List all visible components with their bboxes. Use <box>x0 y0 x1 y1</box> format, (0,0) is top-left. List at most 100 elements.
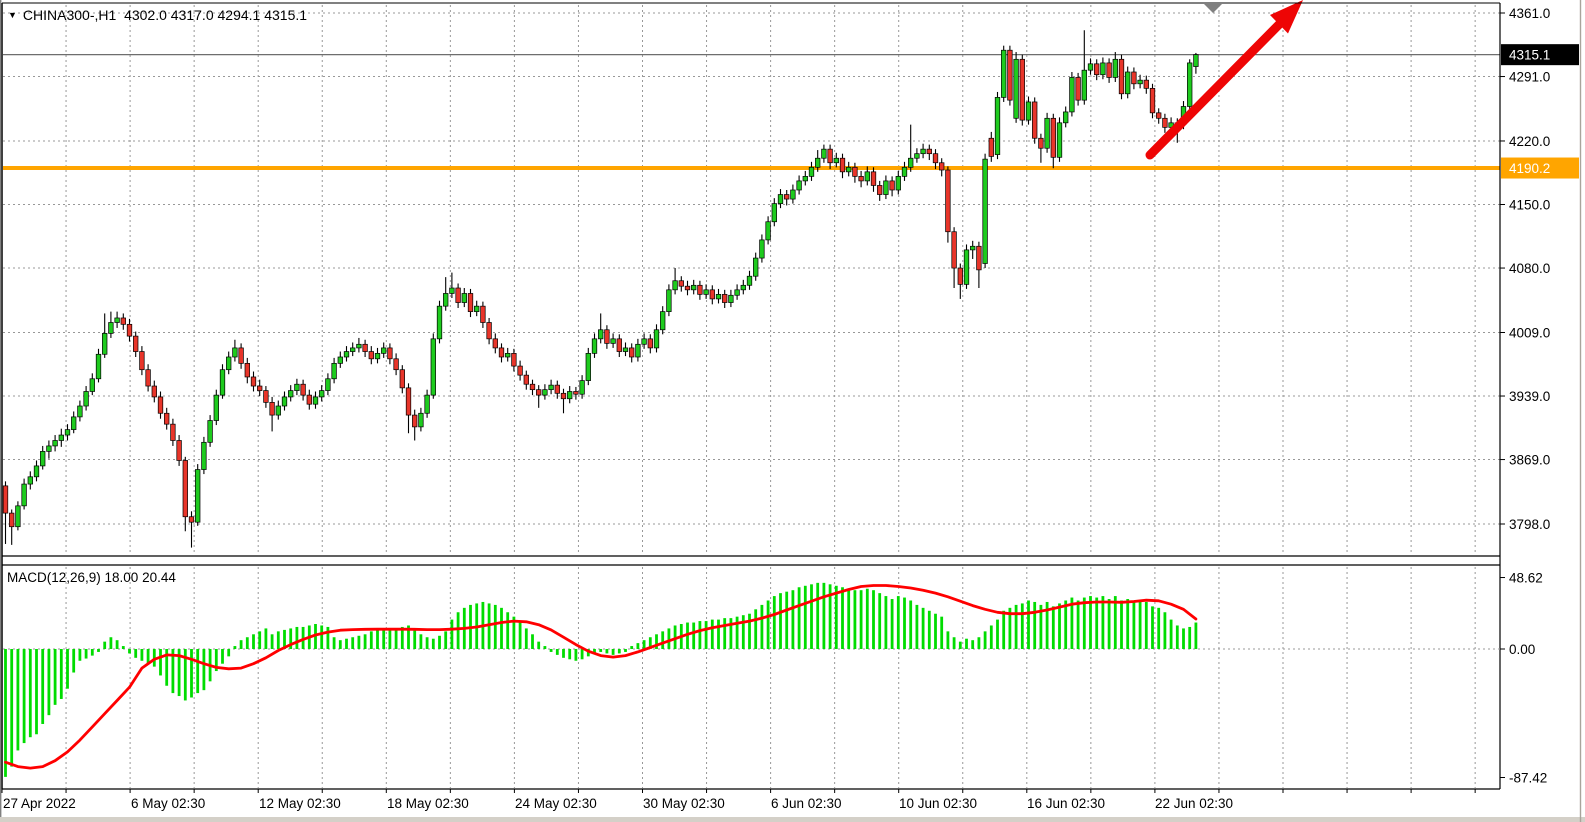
macd-histogram-bar <box>1015 605 1018 649</box>
candle-bearish <box>369 352 374 359</box>
candle-bearish <box>722 294 727 302</box>
candle-bearish <box>890 181 895 190</box>
macd-histogram-bar <box>190 649 193 698</box>
macd-histogram-bar <box>891 599 894 649</box>
macd-histogram-bar <box>556 649 559 655</box>
macd-histogram-bar <box>779 593 782 649</box>
macd-histogram-bar <box>376 630 379 649</box>
candle-bearish <box>245 363 250 377</box>
candle-bullish <box>660 312 665 330</box>
candle-bearish <box>784 195 789 200</box>
macd-histogram-bar <box>258 631 261 649</box>
candle-bullish <box>642 339 647 344</box>
candle-bearish <box>710 290 715 299</box>
candle-bullish <box>65 430 70 435</box>
macd-histogram-bar <box>965 639 968 649</box>
candle-bearish <box>183 460 188 516</box>
candle-bearish <box>3 486 8 513</box>
candle-bullish <box>586 353 591 380</box>
candle-bearish <box>871 172 876 186</box>
candle-bullish <box>1057 123 1062 157</box>
macd-histogram-bar <box>847 589 850 649</box>
macd-histogram-bar <box>959 642 962 649</box>
macd-histogram-bar <box>630 646 633 649</box>
candle-bullish <box>1125 72 1130 94</box>
macd-histogram-bar <box>581 649 584 659</box>
candle-bullish <box>276 406 281 415</box>
candle-bullish <box>611 339 616 344</box>
candle-bullish <box>567 391 572 398</box>
macd-histogram-bar <box>1077 600 1080 649</box>
macd-axis-label: 0.00 <box>1509 642 1535 657</box>
macd-histogram-bar <box>1033 602 1036 649</box>
candle-bullish <box>226 357 231 370</box>
candle-bearish <box>239 348 244 363</box>
candle-bullish <box>28 477 33 484</box>
candle-bullish <box>580 381 585 395</box>
candle-bullish <box>233 348 238 357</box>
macd-histogram-bar <box>909 600 912 649</box>
macd-histogram-bar <box>953 637 956 649</box>
candle-bullish <box>59 435 64 440</box>
candle-bearish <box>499 348 504 357</box>
candle-bullish <box>1014 59 1019 118</box>
macd-histogram-bar <box>947 631 950 649</box>
macd-histogram-bar <box>705 621 708 649</box>
macd-histogram-bar <box>234 646 237 649</box>
candle-bearish <box>1150 88 1155 113</box>
macd-histogram-bar <box>1002 611 1005 649</box>
candle-bullish <box>443 293 448 306</box>
candle-bearish <box>840 158 845 172</box>
candle-bullish <box>1138 80 1143 84</box>
candle-bullish <box>47 446 52 451</box>
candle-bearish <box>1039 138 1044 148</box>
candle-bearish <box>555 385 560 393</box>
candle-bearish <box>177 440 182 460</box>
candle-bullish <box>195 470 200 523</box>
macd-histogram-bar <box>568 649 571 659</box>
macd-histogram-bar <box>544 646 547 649</box>
macd-histogram-bar <box>426 637 429 649</box>
candle-bullish <box>1113 59 1118 77</box>
macd-histogram-bar <box>1021 603 1024 649</box>
macd-histogram-bar <box>10 649 13 767</box>
candle-bearish <box>270 402 275 415</box>
macd-histogram-bar <box>928 611 931 649</box>
macd-histogram-bar <box>711 620 714 649</box>
price-axis-label: 4361.0 <box>1509 6 1550 21</box>
macd-histogram-bar <box>79 649 82 661</box>
macd-histogram-bar <box>296 627 299 649</box>
macd-histogram-bar <box>525 628 528 649</box>
candle-bullish <box>431 339 436 395</box>
macd-histogram-bar <box>1151 606 1154 649</box>
candle-bullish <box>803 176 808 181</box>
macd-histogram-bar <box>327 627 330 649</box>
macd-histogram-bar <box>773 596 776 649</box>
chart-surface[interactable]: 4361.04291.04220.04150.04080.04009.03939… <box>0 0 1585 822</box>
candle-bullish <box>1101 63 1106 75</box>
candle-bearish <box>927 149 932 154</box>
macd-histogram-bar <box>1083 598 1086 649</box>
macd-histogram-bar <box>618 649 621 653</box>
macd-histogram-bar <box>1089 596 1092 649</box>
candle-bullish <box>995 97 1000 154</box>
candle-bearish <box>933 154 938 163</box>
symbol-dropdown-icon[interactable]: ▼ <box>8 10 17 20</box>
macd-histogram-bar <box>122 646 125 649</box>
candle-bearish <box>1144 80 1149 88</box>
candle-bearish <box>481 306 486 322</box>
macd-histogram-bar <box>277 631 280 649</box>
macd-histogram-bar <box>723 618 726 649</box>
macd-histogram-bar <box>668 628 671 649</box>
candle-bullish <box>716 294 721 299</box>
macd-axis-label: -87.42 <box>1509 771 1547 786</box>
macd-histogram-bar <box>1170 620 1173 649</box>
candle-bullish <box>822 149 827 158</box>
candle-bullish <box>915 154 920 159</box>
macd-histogram-bar <box>246 637 249 649</box>
macd-histogram-bar <box>1157 608 1160 649</box>
candle-bullish <box>53 440 58 445</box>
candle-bullish <box>741 285 746 290</box>
macd-histogram-bar <box>1188 627 1191 649</box>
candle-bearish <box>1107 63 1112 78</box>
